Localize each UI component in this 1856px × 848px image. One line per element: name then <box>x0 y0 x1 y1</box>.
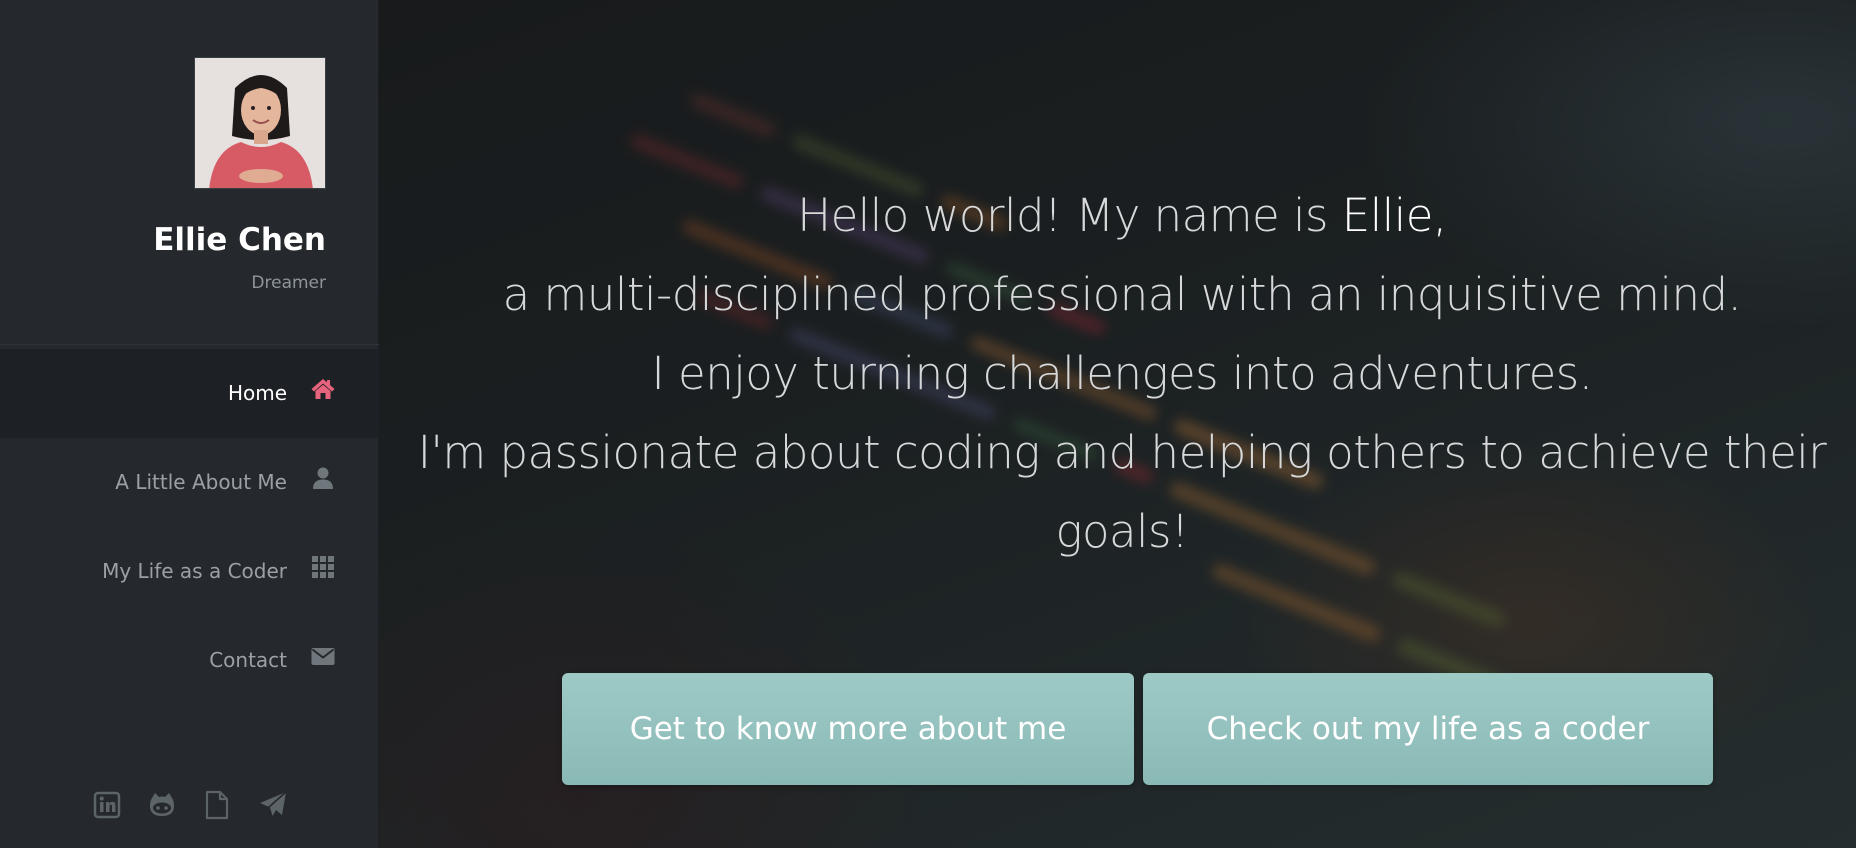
home-icon <box>310 376 336 402</box>
envelope-icon <box>310 643 336 669</box>
intro-line-5: goals! <box>1055 505 1189 558</box>
send-icon[interactable] <box>258 790 287 820</box>
intro-name: Ellie, <box>1341 189 1447 242</box>
github-icon[interactable] <box>148 790 176 820</box>
avatar <box>194 57 326 189</box>
profile-tagline: Dreamer <box>251 273 326 293</box>
nav-item-label: A Little About Me <box>115 470 287 494</box>
nav-item-label: My Life as a Coder <box>102 559 287 583</box>
user-icon <box>310 465 336 491</box>
intro-greeting: Hello world! My name is <box>797 189 1342 242</box>
intro-text: Hello world! My name is Ellie, a multi-d… <box>379 176 1856 571</box>
nav-item-label: Contact <box>209 648 287 672</box>
nav-item-coder[interactable]: My Life as a Coder <box>0 527 379 616</box>
avatar-photo <box>195 58 325 188</box>
linkedin-icon[interactable] <box>93 790 121 820</box>
document-icon[interactable] <box>203 790 231 820</box>
grid-icon <box>310 554 336 580</box>
sidebar-nav: Home A Little About Me My Life as a Code… <box>0 349 379 705</box>
nav-item-about[interactable]: A Little About Me <box>0 438 379 527</box>
intro-line-2: a multi-disciplined professional with an… <box>502 268 1742 321</box>
intro-line-1: Hello world! My name is Ellie, <box>379 176 1856 255</box>
intro-line-4: I'm passionate about coding and helping … <box>417 426 1827 479</box>
sidebar: Ellie Chen Dreamer Home A Little About M… <box>0 0 379 848</box>
coder-life-button[interactable]: Check out my life as a coder <box>1143 673 1713 785</box>
nav-item-contact[interactable]: Contact <box>0 616 379 705</box>
intro-line-3: I enjoy turning challenges into adventur… <box>651 347 1593 400</box>
profile-name: Ellie Chen <box>153 222 326 258</box>
nav-item-label: Home <box>227 381 287 405</box>
hero-section: Hello world! My name is Ellie, a multi-d… <box>379 0 1856 848</box>
about-me-button[interactable]: Get to know more about me <box>562 673 1134 785</box>
profile-header: Ellie Chen Dreamer <box>0 0 379 345</box>
nav-item-home[interactable]: Home <box>0 349 379 438</box>
